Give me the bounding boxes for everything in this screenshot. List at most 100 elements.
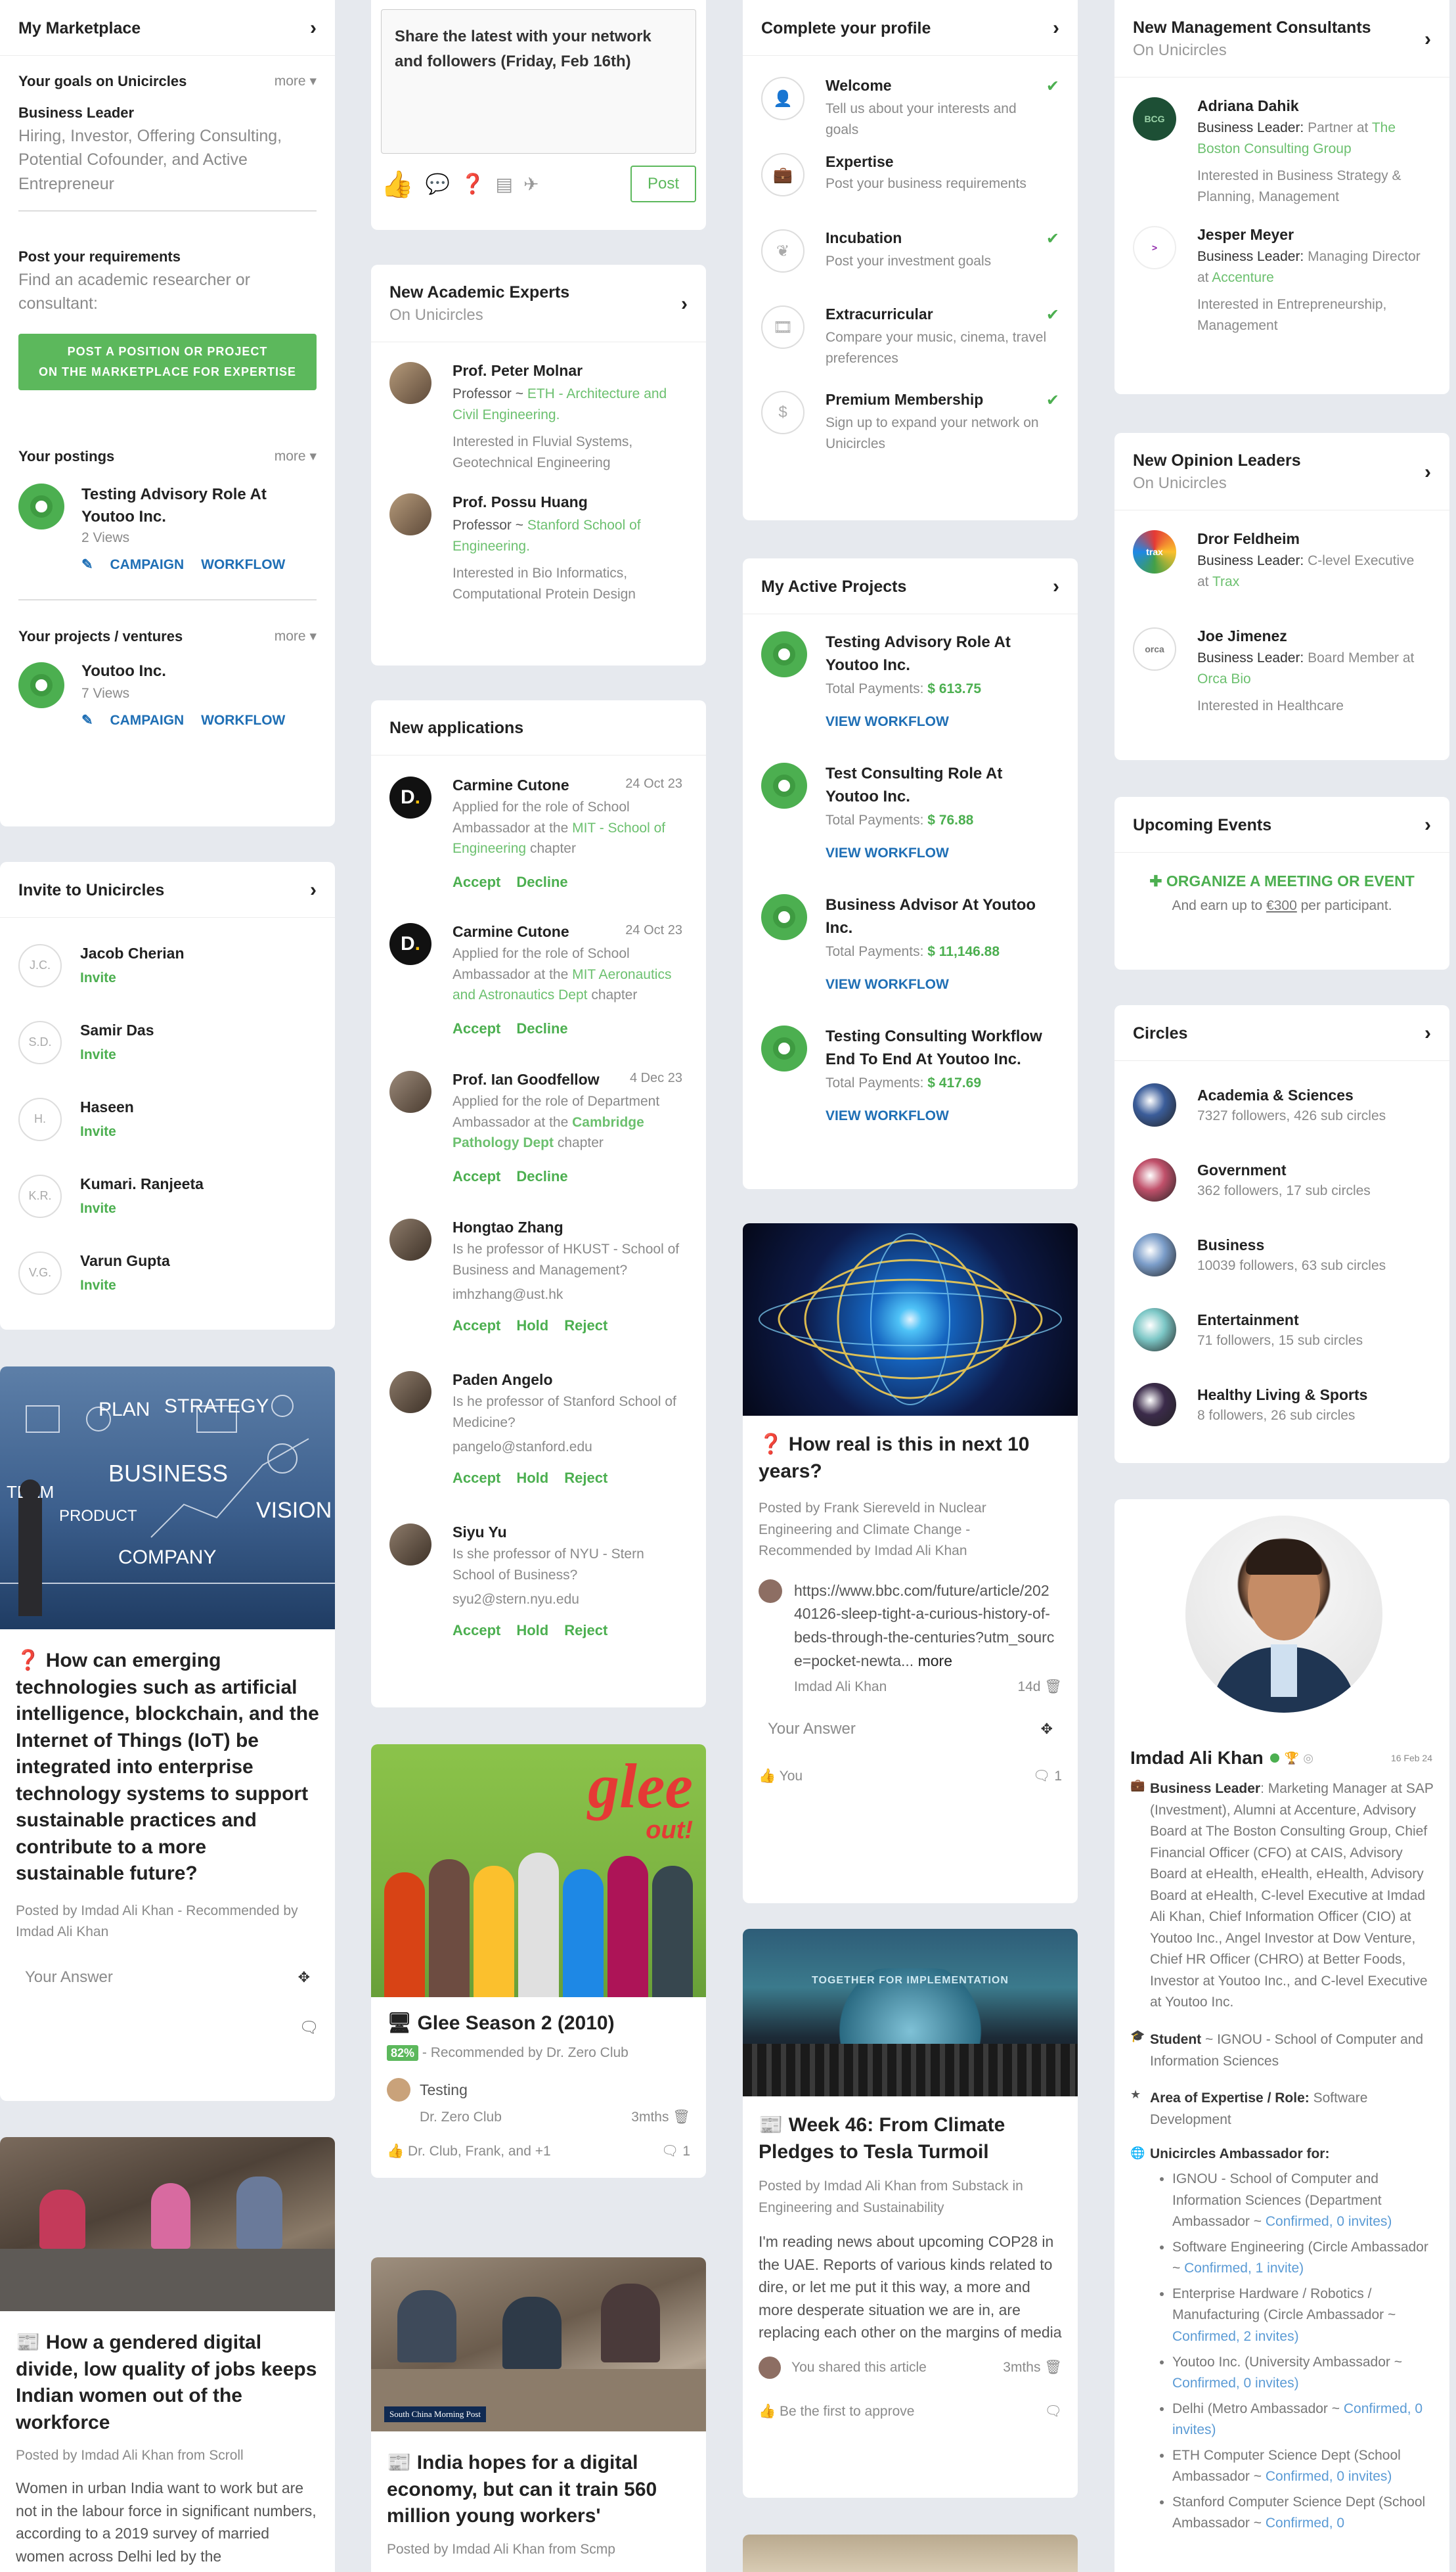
article-title[interactable]: 📰 India hopes for a digital economy, but… [387,2450,690,2530]
thumbs-up-icon[interactable]: 👍 [381,169,414,200]
view-workflow-link[interactable]: VIEW WORKFLOW [826,846,1042,861]
article-title[interactable]: 📰 How a gendered digital divide, low qua… [16,2330,319,2436]
organize-event-button[interactable]: ✚ ORGANIZE A MEETING OR EVENT [1114,872,1449,890]
chevron-right-icon[interactable]: › [1424,29,1431,49]
thumbs-up-icon[interactable]: 👍 [759,1769,776,1784]
reject-button[interactable]: Reject [564,1470,607,1486]
chevron-right-icon[interactable]: › [1053,577,1059,597]
trash-icon[interactable]: 🗑 [673,2109,690,2125]
experts-header[interactable]: New Academic Experts On Unicircles › [371,265,706,342]
plane-icon[interactable]: ✈ [523,173,539,195]
decline-button[interactable]: Decline [516,1020,567,1037]
article-title[interactable]: 📰 Week 46: From Climate Pledges to Tesla… [759,2112,1062,2165]
edit-icon[interactable]: ✎ [81,713,93,728]
thumbs-up-icon[interactable]: 👍 [387,2144,404,2159]
circle-item[interactable]: Government 362 followers, 17 sub circles [1133,1142,1431,1217]
consultants-header[interactable]: New Management Consultants On Unicircles … [1114,0,1449,78]
ambassador-status-link[interactable]: Confirmed, 2 invites) [1172,2329,1299,2344]
decline-button[interactable]: Decline [516,1168,567,1184]
chevron-right-icon[interactable]: › [1053,18,1059,38]
more-link[interactable]: more [918,1652,952,1669]
accept-button[interactable]: Accept [452,1622,500,1638]
comment-icon[interactable]: 🗨 [661,2144,679,2159]
comment-icon[interactable]: 🗨 [1044,2404,1062,2420]
project-item[interactable]: Youtoo Inc. 7 Views ✎ CAMPAIGN WORKFLOW [18,662,317,729]
accept-button[interactable]: Accept [452,1168,500,1184]
invite-button[interactable]: Invite [80,1124,134,1140]
view-workflow-link[interactable]: VIEW WORKFLOW [826,977,1042,993]
events-header[interactable]: Upcoming Events › [1114,797,1449,853]
accept-button[interactable]: Accept [452,1317,500,1334]
active-project-item[interactable]: Testing Consulting Workflow End To End A… [761,1026,1059,1189]
ambassador-status-link[interactable]: Confirmed, 1 invite) [1184,2261,1304,2276]
campaign-link[interactable]: CAMPAIGN [110,713,184,728]
ambassador-status-link[interactable]: Confirmed, 0 [1266,2516,1344,2531]
active-project-item[interactable]: Business Advisor At Youtoo Inc. Total Pa… [761,894,1059,1026]
profile-step-expertise[interactable]: 💼 Expertise Post your business requireme… [761,137,1059,214]
reject-button[interactable]: Reject [564,1317,607,1334]
ambassador-status-link[interactable]: Confirmed, 0 invites) [1266,2469,1392,2484]
hold-button[interactable]: Hold [516,1622,548,1638]
profile-header[interactable]: Complete your profile › [743,0,1078,56]
reject-button[interactable]: Reject [564,1622,607,1638]
active-projects-header[interactable]: My Active Projects › [743,558,1078,614]
question-icon[interactable]: ❓ [460,173,485,196]
invite-button[interactable]: Invite [80,1278,170,1294]
share-input[interactable]: Share the latest with your network and f… [381,9,696,154]
chat-icon[interactable]: 💬 [426,173,450,196]
accept-button[interactable]: Accept [452,1470,500,1486]
circles-header[interactable]: Circles › [1114,1005,1449,1061]
ambassador-status-link[interactable]: Confirmed, 0 invites) [1172,2376,1299,2391]
opinion-header[interactable]: New Opinion Leaders On Unicircles › [1114,433,1449,510]
active-project-item[interactable]: Test Consulting Role At Youtoo Inc. Tota… [761,763,1059,894]
goals-more-button[interactable]: more ▾ [275,73,317,90]
leader-item[interactable]: BCG Adriana Dahik Business Leader: Partn… [1133,78,1431,226]
post-position-button[interactable]: POST A POSITION OR PROJECT ON THE MARKETP… [18,334,317,391]
answer-input[interactable]: Your Answer [768,1720,856,1738]
marketplace-header[interactable]: My Marketplace › [0,0,335,56]
campaign-link[interactable]: CAMPAIGN [110,557,184,572]
profile-step-premium[interactable]: $ Premium Membership ✔ Sign up to expand … [761,375,1059,451]
projects-more-button[interactable]: more ▾ [275,628,317,645]
postings-more-button[interactable]: more ▾ [275,448,317,465]
invite-button[interactable]: Invite [80,1201,204,1217]
chevron-right-icon[interactable]: › [1424,1024,1431,1043]
circle-item[interactable]: Entertainment 71 followers, 15 sub circl… [1133,1292,1431,1367]
expert-item[interactable]: Prof. Peter Molnar Professor ~ ETH - Arc… [389,342,688,474]
profile-step-welcome[interactable]: 👤 Welcome ✔ Tell us about your interests … [761,61,1059,137]
glee-title[interactable]: 🖥 Glee Season 2 (2010) [387,2012,690,2035]
view-workflow-link[interactable]: VIEW WORKFLOW [826,714,1042,730]
answer-input[interactable]: Your Answer [25,1968,113,1987]
circle-item[interactable]: Business 10039 followers, 63 sub circles [1133,1217,1431,1292]
profile-step-extracurricular[interactable]: 🎞 Extracurricular ✔ Compare your music, c… [761,290,1059,375]
hold-button[interactable]: Hold [516,1317,548,1334]
thumbs-up-icon[interactable]: 👍 [759,2404,776,2419]
edit-icon[interactable]: ✎ [81,557,93,572]
decline-button[interactable]: Decline [516,874,567,890]
circle-item[interactable]: Healthy Living & Sports 8 followers, 26 … [1133,1367,1431,1442]
question-title[interactable]: ❓ How real is this in next 10 years? [759,1432,1062,1485]
comment-icon[interactable]: 🗨 [299,2018,319,2037]
chevron-right-icon[interactable]: › [1424,462,1431,482]
posting-item[interactable]: Testing Advisory Role At Youtoo Inc. 2 V… [18,484,317,573]
chevron-right-icon[interactable]: › [310,18,317,38]
applications-header[interactable]: New applications [371,700,706,756]
expand-icon[interactable]: ✥ [298,1969,310,1986]
hold-button[interactable]: Hold [516,1470,548,1486]
leader-item[interactable]: orca Joe Jimenez Business Leader: Board … [1133,627,1431,746]
invite-header[interactable]: Invite to Unicircles › [0,862,335,918]
comment-icon[interactable]: 🗨 [1033,1769,1051,1784]
chevron-right-icon[interactable]: › [1424,815,1431,835]
post-button[interactable]: Post [630,166,696,202]
user-name[interactable]: Imdad Ali Khan [1130,1748,1264,1769]
trash-icon[interactable]: 🗑 [1044,2360,1062,2375]
circle-item[interactable]: Academia & Sciences 7327 followers, 426 … [1133,1068,1431,1142]
newspaper-icon[interactable]: ▤ [496,173,513,195]
link-comment[interactable]: https://www.bbc.com/future/article/20240… [794,1579,1057,1673]
invite-button[interactable]: Invite [80,970,185,986]
leader-item[interactable]: trax Dror Feldheim Business Leader: C-le… [1133,510,1431,627]
expert-item[interactable]: Prof. Possu Huang Professor ~ Stanford S… [389,474,688,608]
workflow-link[interactable]: WORKFLOW [201,713,285,728]
workflow-link[interactable]: WORKFLOW [201,557,285,572]
ambassador-status-link[interactable]: Confirmed, 0 invites) [1266,2214,1392,2229]
